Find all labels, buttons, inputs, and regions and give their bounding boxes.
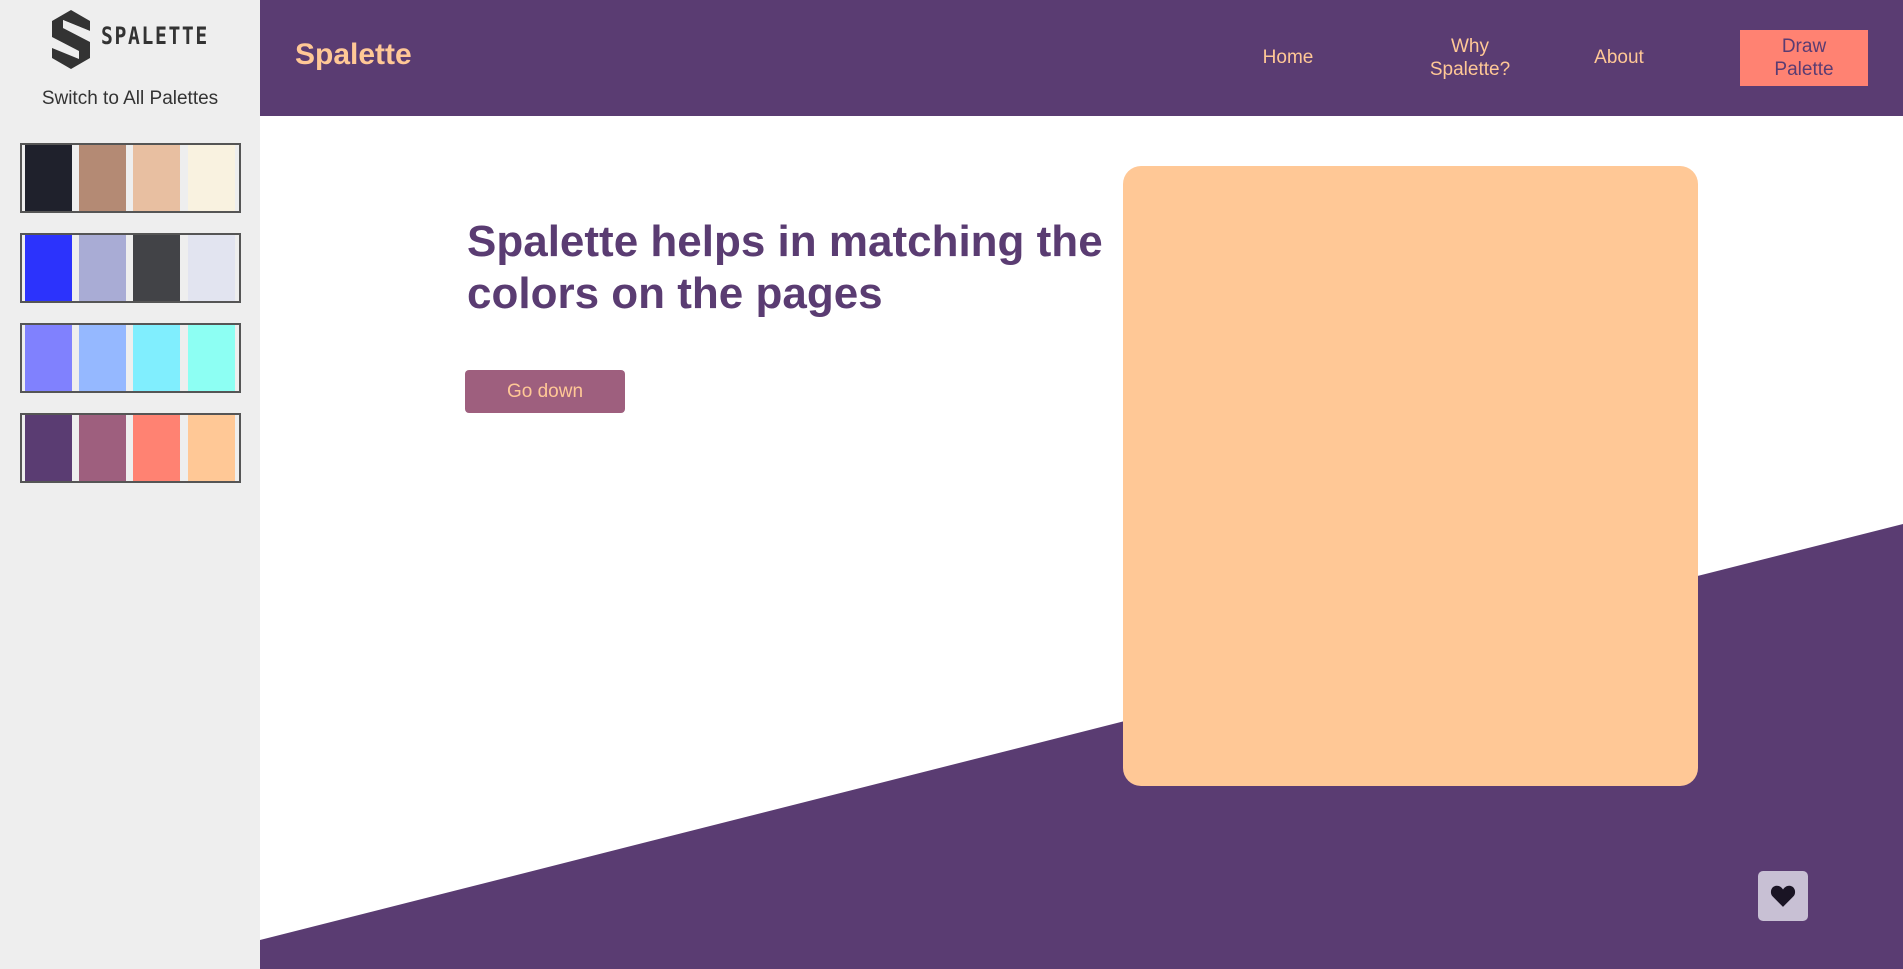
color-swatch <box>133 145 180 211</box>
color-swatch <box>133 415 180 481</box>
color-swatch <box>25 145 72 211</box>
color-swatch <box>79 415 126 481</box>
draw-palette-button[interactable]: Draw Palette <box>1740 30 1868 86</box>
color-swatch <box>133 325 180 391</box>
hero-title: Spalette helps in matching the colors on… <box>467 217 1103 318</box>
color-swatch <box>79 235 126 301</box>
palette-card[interactable] <box>20 143 241 213</box>
hero-illustration-box <box>1123 166 1698 786</box>
favorite-button[interactable] <box>1758 871 1808 921</box>
top-navbar: Spalette Home Why Spalette? About Draw P… <box>260 0 1903 116</box>
color-swatch <box>133 235 180 301</box>
sidebar: SPALETTE Switch to All Palettes <box>0 0 260 969</box>
color-swatch <box>188 415 235 481</box>
nav-why-line2: Spalette? <box>1429 59 1511 80</box>
draw-button-line1: Draw <box>1781 36 1827 57</box>
color-swatch <box>188 325 235 391</box>
palette-card[interactable] <box>20 323 241 393</box>
nav-about[interactable]: About <box>1584 46 1654 69</box>
color-swatch <box>188 145 235 211</box>
color-swatch <box>188 235 235 301</box>
color-swatch <box>25 415 72 481</box>
color-swatch <box>25 325 72 391</box>
go-down-button[interactable]: Go down <box>465 370 625 413</box>
main-content: Spalette Home Why Spalette? About Draw P… <box>260 0 1903 969</box>
nav-why-spalette[interactable]: Why Spalette? <box>1420 35 1520 81</box>
heart-icon <box>1770 885 1796 907</box>
logo-wordmark: SPALETTE <box>101 22 209 50</box>
brand-logo-text[interactable]: Spalette <box>295 40 412 70</box>
nav-home[interactable]: Home <box>1253 46 1323 69</box>
color-swatch <box>25 235 72 301</box>
color-swatch <box>79 145 126 211</box>
sidebar-logo[interactable]: SPALETTE <box>52 10 212 70</box>
color-swatch <box>79 325 126 391</box>
nav-why-line1: Why <box>1451 36 1489 57</box>
logo-s-hexagon-icon <box>52 10 90 69</box>
switch-to-all-palettes-link[interactable]: Switch to All Palettes <box>0 88 260 110</box>
palette-card[interactable] <box>20 413 241 483</box>
palette-card[interactable] <box>20 233 241 303</box>
draw-button-line2: Palette <box>1774 59 1834 80</box>
